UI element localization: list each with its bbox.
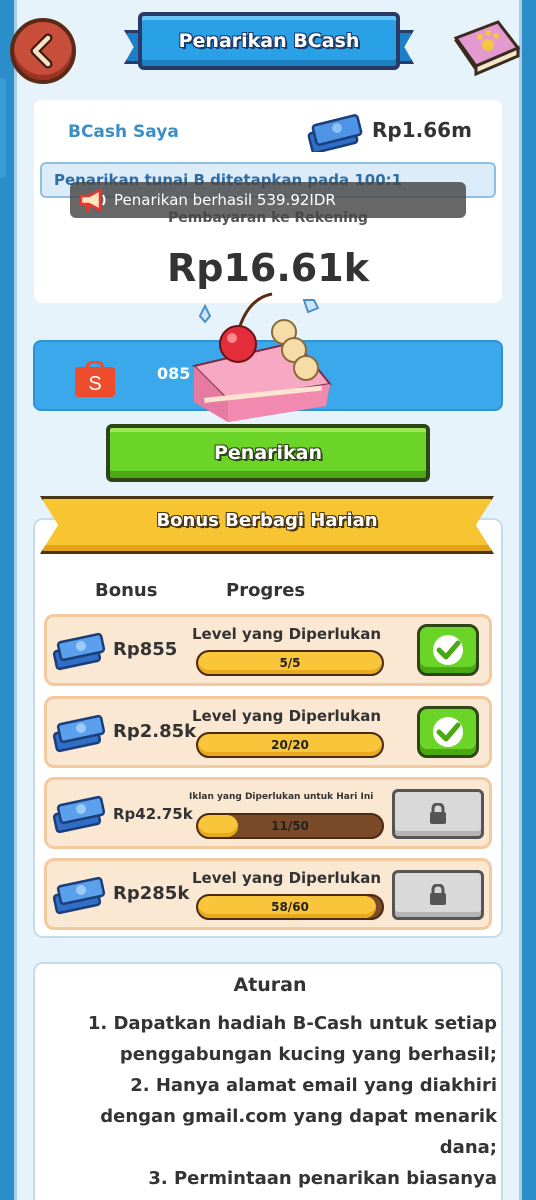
side-handle <box>0 78 6 178</box>
check-icon <box>433 717 463 747</box>
lock-icon <box>430 803 446 824</box>
rule-line-1: 1. Dapatkan hadiah B-Cash untuk setiap p… <box>87 1013 497 1065</box>
locked-button[interactable] <box>392 870 484 920</box>
svg-text:S: S <box>88 373 101 395</box>
column-header-bonus: Bonus <box>95 580 158 601</box>
progress-text: 5/5 <box>279 656 301 670</box>
cake-decoration-icon <box>192 292 332 422</box>
progress-bar: 58/60 <box>196 894 384 920</box>
bonus-requirement: Iklan yang Diperlukan untuk Hari Ini <box>189 792 374 802</box>
rule-line-2: 2. Hanya alamat email yang diakhiri deng… <box>100 1075 497 1158</box>
rules-text: 1. Dapatkan hadiah B-Cash untuk setiap p… <box>53 1008 497 1194</box>
payout-amount: Rp16.61k <box>167 246 369 290</box>
locked-button[interactable] <box>392 789 484 839</box>
bonus-row: Rp855 Level yang Diperlukan 5/5 <box>44 614 492 686</box>
bonus-amount: Rp42.75k <box>113 805 193 823</box>
toast-text: Penarikan berhasil 539.92IDR <box>114 191 336 209</box>
progress-text: 58/60 <box>271 900 309 914</box>
bonus-amount: Rp855 <box>113 639 178 660</box>
withdraw-button[interactable]: Penarikan <box>106 424 430 482</box>
bcash-label: BCash Saya <box>68 122 179 142</box>
rules-panel: Aturan 1. Dapatkan hadiah B-Cash untuk s… <box>33 962 503 1200</box>
money-stack-icon <box>52 632 106 671</box>
claimed-button[interactable] <box>417 624 479 676</box>
bonus-amount: Rp285k <box>113 883 190 904</box>
money-stack-icon <box>307 114 363 152</box>
progress-bar: 20/20 <box>196 732 384 758</box>
bonus-amount: Rp2.85k <box>113 721 197 742</box>
lock-icon <box>430 884 446 905</box>
bonus-row: Rp42.75k Iklan yang Diperlukan untuk Hari… <box>44 777 492 849</box>
progress-text: 11/50 <box>271 819 309 833</box>
money-stack-icon <box>52 876 106 915</box>
bonus-title: Bonus Berbagi Harian <box>156 510 378 531</box>
paw-book-icon[interactable] <box>446 18 526 82</box>
megaphone-icon <box>79 188 106 212</box>
bonus-requirement: Level yang Diperlukan <box>192 707 382 725</box>
rule-line-3: 3. Permintaan penarikan biasanya <box>148 1168 497 1189</box>
rules-title: Aturan <box>233 974 307 996</box>
bonus-requirement: Level yang Diperlukan <box>192 869 382 887</box>
bonus-row: Rp2.85k Level yang Diperlukan 20/20 <box>44 696 492 768</box>
bonus-banner: Bonus Berbagi Harian <box>40 496 494 556</box>
money-stack-icon <box>52 795 106 834</box>
notification-toast: Penarikan berhasil 539.92IDR <box>70 182 466 218</box>
money-stack-icon <box>52 714 106 753</box>
progress-bar: 11/50 <box>196 813 384 839</box>
bonus-row: Rp285k Level yang Diperlukan 58/60 <box>44 858 492 930</box>
bonus-requirement: Level yang Diperlukan <box>192 625 382 643</box>
check-icon <box>433 635 463 665</box>
chevron-left-icon <box>30 33 53 69</box>
progress-text: 20/20 <box>271 738 309 752</box>
claimed-button[interactable] <box>417 706 479 758</box>
column-header-progress: Progres <box>226 580 306 601</box>
bcash-balance: Rp1.66m <box>372 118 472 142</box>
progress-bar: 5/5 <box>196 650 384 676</box>
page-title: Penarikan BCash <box>138 12 400 70</box>
title-ribbon: Penarikan BCash <box>124 8 414 78</box>
shopee-icon: S <box>75 361 115 397</box>
back-button[interactable] <box>10 18 76 84</box>
